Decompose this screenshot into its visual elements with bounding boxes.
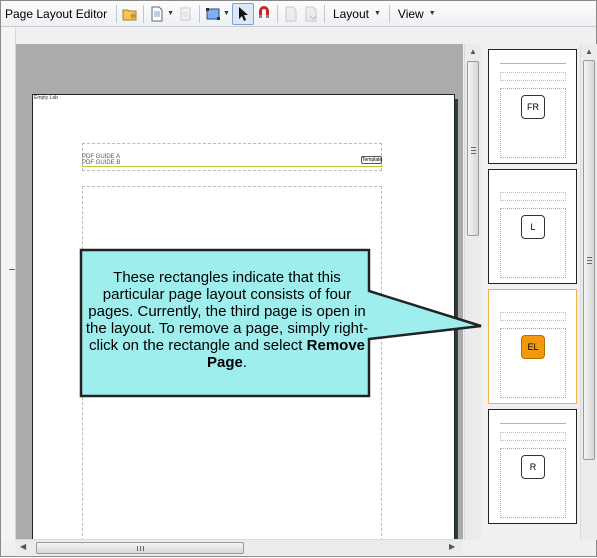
thumbnail-header-frame [500, 72, 566, 81]
thumbnails-vscroll-thumb[interactable] [583, 60, 595, 460]
grip-line [471, 153, 476, 154]
copy-page-button[interactable] [176, 3, 196, 25]
thumbnail-header-frame [500, 192, 566, 201]
scroll-up-arrow-icon[interactable]: ▲ [465, 44, 481, 59]
open-button[interactable] [120, 3, 140, 25]
canvas-vertical-scrollbar[interactable]: ▲ [464, 44, 481, 540]
layout-menu-label: Layout [332, 6, 369, 21]
frame-icon [206, 7, 221, 20]
editor-title: Page Layout Editor [5, 6, 108, 21]
page-thumbnail-fr[interactable]: FR [488, 49, 577, 164]
grip-line [471, 147, 476, 148]
grip-line [471, 150, 476, 151]
header-rule [82, 166, 383, 167]
pointer-icon [238, 6, 248, 21]
bring-forward-button[interactable] [281, 3, 301, 25]
left-ruler [1, 28, 16, 540]
page-thumbnail-r[interactable]: R [488, 409, 577, 524]
layout-menu[interactable]: Layout ▼ [328, 7, 386, 21]
canvas-hscroll-thumb[interactable] [36, 542, 244, 554]
view-menu-label: View [397, 6, 424, 21]
frame-tool-button[interactable]: ▼ [203, 3, 232, 25]
magnet-icon [258, 5, 269, 18]
scroll-left-arrow-icon[interactable]: ◀ [20, 542, 26, 551]
thumbnail-badge: R [521, 455, 545, 479]
snap-button[interactable] [254, 3, 274, 25]
chevron-down-icon: ▼ [167, 10, 175, 17]
scroll-right-arrow-icon[interactable]: ▶ [449, 542, 455, 551]
new-page-button[interactable]: ▼ [147, 3, 176, 25]
chevron-down-icon: ▼ [373, 10, 381, 17]
page-thumbnails-panel: FR L EL R [483, 44, 580, 540]
thumbnail-header-rule [500, 423, 566, 424]
scroll-up-arrow-icon[interactable]: ▲ [581, 44, 597, 59]
grip-line [140, 546, 141, 551]
chevron-down-icon: ▼ [223, 10, 230, 17]
thumbnail-header-frame [500, 432, 566, 441]
send-backward-button[interactable] [301, 3, 321, 25]
page-thumbnail-l[interactable]: L [488, 169, 577, 284]
thumbnail-header-frame [500, 312, 566, 321]
page-layout-editor-window: Page Layout Editor ▼ ▼ Layout ▼ View ▼ E… [0, 0, 597, 557]
thumbnail-header-rule [500, 63, 566, 64]
page-forward-icon [285, 6, 297, 21]
toolbar-separator [199, 4, 201, 23]
chevron-down-icon: ▼ [428, 10, 436, 17]
ruler-marker [9, 269, 15, 270]
thumbnails-vertical-scrollbar[interactable]: ▲ [580, 44, 597, 540]
toolbar-separator [276, 4, 278, 23]
header-text: PDF GUIDE A PDF GUIDE B [82, 154, 120, 166]
grip-line [587, 260, 592, 261]
grip-line [137, 546, 138, 551]
page-backward-icon [305, 6, 317, 21]
thumbnail-badge: EL [521, 335, 545, 359]
toolbar-separator [143, 4, 145, 23]
canvas-horizontal-scrollbar[interactable]: ◀ ▶ [16, 539, 463, 555]
toolbar-separator [388, 4, 390, 23]
select-tool-button[interactable] [231, 2, 254, 25]
view-menu[interactable]: View ▼ [393, 7, 441, 21]
thumbnail-badge: L [521, 215, 545, 239]
toolbar-separator [323, 4, 325, 23]
copy-icon [180, 7, 191, 20]
page-shadow [455, 99, 458, 540]
page-tag: Empty Lab [34, 95, 58, 101]
grip-line [587, 263, 592, 264]
canvas-vscroll-thumb[interactable] [467, 61, 479, 236]
thumbnail-badge: FR [521, 95, 545, 119]
header-template-chip[interactable]: Template [361, 156, 382, 164]
toolbar: Page Layout Editor ▼ ▼ Layout ▼ View ▼ [1, 1, 596, 27]
grip-line [143, 546, 144, 551]
folder-open-icon [122, 9, 137, 20]
page-icon [151, 6, 163, 21]
callout-end: . [242, 354, 248, 371]
toolbar-separator [116, 4, 118, 23]
page-thumbnail-el[interactable]: EL [488, 289, 577, 404]
grip-line [587, 257, 592, 258]
callout-text: These rectangles indicate that this part… [85, 269, 369, 371]
